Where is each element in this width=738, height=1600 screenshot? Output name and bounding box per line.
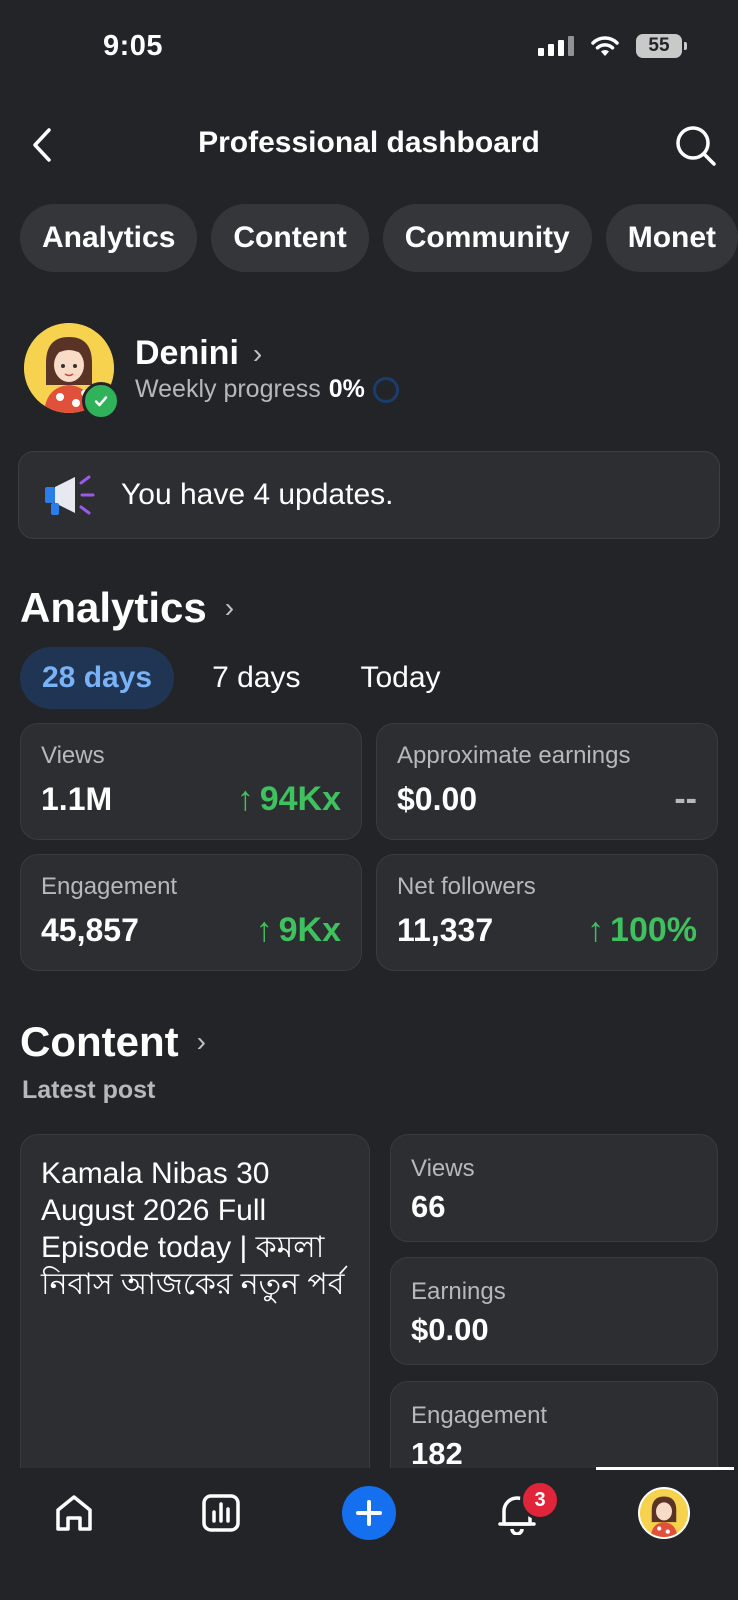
metric-label: Approximate earnings: [397, 742, 631, 769]
notification-count-badge: 3: [520, 1480, 560, 1520]
weekly-progress-label: Weekly progress: [135, 375, 321, 403]
metric-value: 11,337: [397, 912, 494, 948]
metric-label: Views: [41, 742, 105, 769]
chevron-right-icon: ›: [252, 337, 263, 369]
arrow-up-icon: ↑: [587, 911, 605, 949]
content-title: Content: [20, 1018, 179, 1065]
profile-name-link[interactable]: Denini ›: [135, 334, 262, 373]
metric-value: $0.00: [397, 781, 478, 817]
metric-card-net-followers[interactable]: Net followers 11,337 ↑ 100%: [376, 854, 718, 971]
create-icon: [342, 1486, 396, 1540]
megaphone-icon: [45, 475, 95, 515]
cellular-signal-icon: [538, 36, 574, 56]
stat-label: Earnings: [411, 1278, 506, 1305]
verified-badge-icon: [82, 382, 120, 420]
updates-text: You have 4 updates.: [121, 478, 394, 511]
profile-avatar-icon: [638, 1487, 690, 1539]
post-title: Kamala Nibas 30 August 2026 Full Episode…: [41, 1157, 345, 1301]
search-icon: [676, 126, 716, 166]
stat-label: Engagement: [411, 1402, 548, 1429]
profile-name: Denini: [135, 334, 239, 372]
tab-analytics[interactable]: Analytics: [20, 204, 198, 272]
battery-icon: 55: [636, 34, 687, 58]
post-stat-views[interactable]: Views 66: [390, 1134, 718, 1242]
analytics-section-link[interactable]: Analytics ›: [20, 584, 234, 632]
metric-value: 1.1M: [41, 781, 113, 817]
nav-create[interactable]: [339, 1483, 399, 1543]
analytics-title: Analytics: [20, 584, 207, 631]
range-today[interactable]: Today: [338, 647, 462, 709]
metric-delta: ↑ 94Kx: [236, 780, 341, 818]
stat-label: Views: [411, 1155, 475, 1182]
metric-label: Net followers: [397, 873, 536, 900]
chevron-right-icon: ›: [196, 1026, 206, 1057]
search-button[interactable]: [672, 122, 720, 170]
tab-content[interactable]: Content: [211, 204, 369, 272]
home-icon: [56, 1495, 92, 1531]
arrow-up-icon: ↑: [255, 911, 273, 949]
tab-monetization[interactable]: Monet: [605, 204, 738, 272]
page-title: Professional dashboard: [198, 126, 540, 159]
dashboard-tabs: Analytics Content Community Monet: [20, 204, 738, 272]
tab-community[interactable]: Community: [382, 204, 592, 272]
weekly-progress-value: 0%: [328, 375, 365, 403]
chevron-right-icon: ›: [224, 592, 235, 623]
stat-value: $0.00: [411, 1312, 489, 1347]
progress-ring-icon: [372, 376, 399, 403]
weekly-progress: Weekly progress 0%: [135, 375, 399, 404]
metric-value: 45,857: [41, 912, 139, 948]
arrow-up-icon: ↑: [236, 780, 254, 818]
metric-label: Engagement: [41, 873, 178, 900]
stat-value: 66: [411, 1189, 446, 1224]
latest-post-label: Latest post: [22, 1076, 156, 1104]
metric-delta: --: [674, 780, 697, 818]
post-stat-earnings[interactable]: Earnings $0.00: [390, 1257, 718, 1365]
metric-delta: ↑ 100%: [587, 911, 697, 949]
date-range-selector: 28 days 7 days Today: [20, 647, 479, 709]
updates-banner[interactable]: You have 4 updates.: [18, 451, 720, 539]
active-tab-indicator: [596, 1467, 734, 1470]
metric-delta: ↑ 9Kx: [255, 911, 341, 949]
metric-card-engagement[interactable]: Engagement 45,857 ↑ 9Kx: [20, 854, 362, 971]
nav-home[interactable]: [44, 1483, 104, 1543]
nav-profile[interactable]: [634, 1483, 694, 1543]
nav-insights[interactable]: [191, 1483, 251, 1543]
content-section-link[interactable]: Content ›: [20, 1018, 206, 1066]
status-icons: 55: [538, 34, 687, 58]
range-28-days[interactable]: 28 days: [20, 647, 175, 709]
range-7-days[interactable]: 7 days: [190, 647, 322, 709]
latest-post-card[interactable]: Kamala Nibas 30 August 2026 Full Episode…: [20, 1134, 370, 1514]
wifi-icon: [591, 36, 619, 56]
metric-card-views[interactable]: Views 1.1M ↑ 94Kx: [20, 723, 362, 840]
status-time: 9:05: [103, 30, 164, 62]
metric-card-earnings[interactable]: Approximate earnings $0.00 --: [376, 723, 718, 840]
insights-icon: [202, 1494, 240, 1532]
